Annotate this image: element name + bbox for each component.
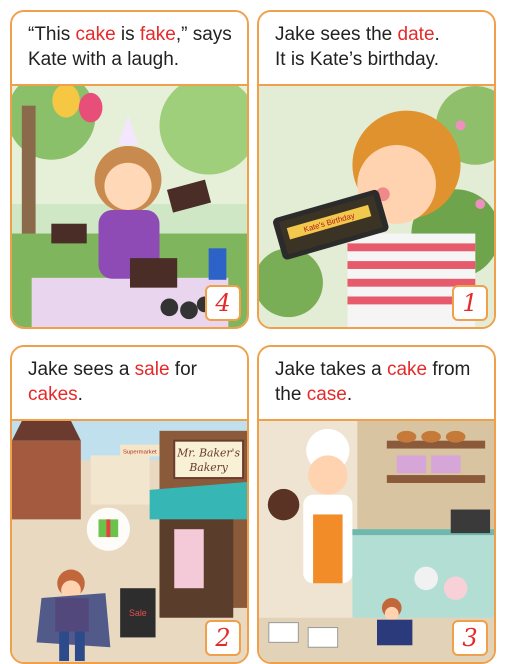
street-sign-text: Supermarket bbox=[123, 449, 157, 455]
caption-text: Kate with a laugh. bbox=[28, 49, 180, 70]
highlight-word: cake bbox=[75, 24, 116, 45]
caption-text: from bbox=[427, 359, 471, 380]
highlight-word: cakes bbox=[28, 384, 78, 405]
caption-text: Jake sees the bbox=[275, 24, 398, 45]
panel-number: 1 bbox=[452, 285, 488, 321]
sale-board-text: Sale bbox=[129, 608, 147, 618]
story-card-1: Jake sees the date. It is Kate’s birthday… bbox=[257, 10, 496, 329]
caption-text: Jake takes a bbox=[275, 359, 387, 380]
highlight-word: fake bbox=[139, 24, 176, 45]
caption: Jake takes a cake from the case. bbox=[259, 347, 494, 421]
panel-number: 4 bbox=[205, 285, 241, 321]
highlight-word: date bbox=[397, 24, 435, 45]
caption-text: for bbox=[169, 359, 197, 380]
highlight-word: case bbox=[306, 384, 347, 405]
caption-text: ,” says bbox=[175, 24, 232, 45]
highlight-word: sale bbox=[134, 359, 170, 380]
caption: Jake sees a sale for cakes. bbox=[12, 347, 247, 421]
caption-text: . bbox=[346, 384, 353, 405]
shop-sign-line1: Mr. Baker's bbox=[176, 446, 240, 459]
story-card-2: Jake sees a sale for cakes. Mr. Baker's B… bbox=[10, 345, 249, 664]
highlight-word: cake bbox=[386, 359, 428, 380]
caption: “This cake is fake,” says Kate with a la… bbox=[12, 12, 247, 86]
caption-text: It is Kate’s birthday. bbox=[275, 49, 440, 70]
panel-number: 3 bbox=[452, 620, 488, 656]
caption-text: . bbox=[77, 384, 83, 405]
caption-text: . bbox=[434, 24, 440, 45]
caption-text: the bbox=[275, 384, 307, 405]
caption: Jake sees the date. It is Kate’s birthday… bbox=[259, 12, 494, 86]
caption-text: “This bbox=[28, 24, 76, 45]
caption-text: Jake sees a bbox=[28, 359, 135, 380]
story-card-3: Jake takes a cake from the case. 3 bbox=[257, 345, 496, 664]
panel-number: 2 bbox=[205, 620, 241, 656]
story-card-4: “This cake is fake,” says Kate with a la… bbox=[10, 10, 249, 329]
shop-sign-line2: Bakery bbox=[188, 461, 228, 474]
caption-text: is bbox=[115, 24, 140, 45]
